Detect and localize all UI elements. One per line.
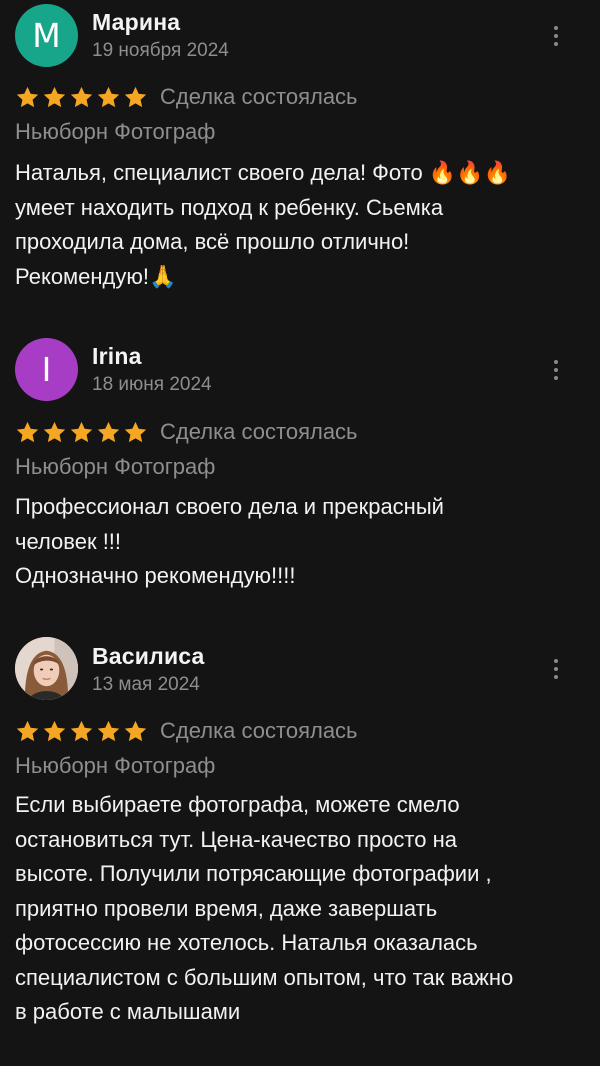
star-icon: [124, 86, 147, 107]
star-icon: [70, 86, 93, 107]
more-options-icon[interactable]: [541, 21, 571, 51]
review-text: Наталья, специалист своего дела! Фото 🔥🔥…: [15, 160, 511, 289]
review-service: Ньюборн Фотограф: [15, 753, 216, 778]
star-icon: [16, 86, 39, 107]
star-icon: [43, 720, 66, 741]
rating-row: Сделка состоялась: [15, 716, 358, 746]
review-service: Ньюборн Фотограф: [15, 119, 216, 144]
review-card: Василиса 13 мая 2024 Сделка состоялась Н…: [0, 634, 600, 1054]
star-icon: [16, 720, 39, 741]
more-options-icon[interactable]: [541, 355, 571, 385]
deal-status: Сделка состоялась: [160, 718, 358, 743]
star-icon: [97, 720, 120, 741]
star-icon: [43, 86, 66, 107]
rating-row: Сделка состоялась: [15, 417, 358, 447]
rating-row: Сделка состоялась: [15, 82, 358, 112]
deal-status: Сделка состоялась: [160, 84, 358, 109]
review-date: 19 ноября 2024: [92, 40, 229, 61]
review-author[interactable]: Марина: [92, 9, 180, 36]
review-text: Если выбираете фотографа, можете смело о…: [15, 792, 514, 1024]
avatar-letter: I: [41, 350, 52, 389]
star-icon: [43, 421, 66, 442]
avatar-letter: М: [32, 16, 61, 55]
avatar[interactable]: М: [15, 4, 78, 67]
review-card: М Марина 19 ноября 2024 Сделка состоялас…: [0, 0, 600, 300]
avatar-photo: [15, 637, 78, 700]
more-options-icon[interactable]: [541, 654, 571, 684]
star-icon: [97, 86, 120, 107]
star-icon: [124, 720, 147, 741]
avatar[interactable]: I: [15, 338, 78, 401]
rating-stars: [15, 85, 148, 110]
review-card: I Irina 18 июня 2024 Сделка состоялась Н…: [0, 334, 600, 614]
review-text: Профессионал своего дела и прекрасный че…: [15, 494, 444, 588]
rating-stars: [15, 719, 148, 744]
star-icon: [16, 421, 39, 442]
rating-stars: [15, 420, 148, 445]
review-date: 18 июня 2024: [92, 374, 212, 395]
avatar[interactable]: [15, 637, 78, 700]
star-icon: [97, 421, 120, 442]
review-service: Ньюборн Фотограф: [15, 454, 216, 479]
deal-status: Сделка состоялась: [160, 419, 358, 444]
star-icon: [124, 421, 147, 442]
review-author[interactable]: Василиса: [92, 643, 205, 670]
star-icon: [70, 720, 93, 741]
review-author[interactable]: Irina: [92, 343, 142, 370]
star-icon: [70, 421, 93, 442]
review-date: 13 мая 2024: [92, 674, 200, 695]
